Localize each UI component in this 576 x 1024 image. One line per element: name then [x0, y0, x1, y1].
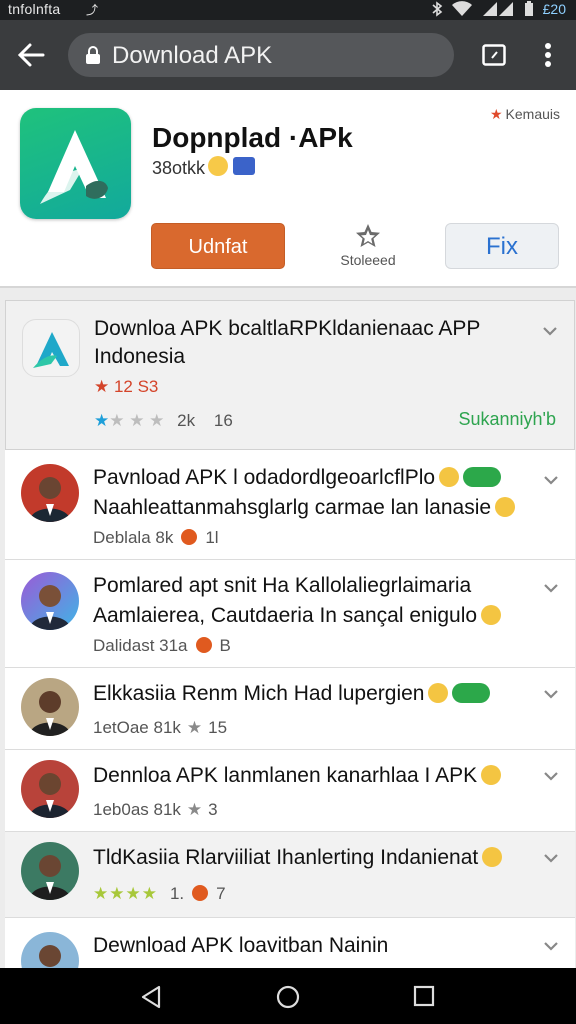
system-nav-bar — [0, 968, 576, 1024]
emoji-icon — [482, 847, 503, 867]
status-bar: tnfolnfta ⤴ £20 — [0, 0, 576, 20]
star-empty-icon: ★ ★ ★ — [109, 411, 165, 430]
chevron-down-icon[interactable] — [542, 325, 558, 337]
item-title: Dennloa APK lanmlanen kanarhlaa I APK — [93, 764, 502, 788]
back-arrow-icon[interactable] — [17, 42, 45, 68]
app-thumbnail-icon — [22, 319, 80, 377]
star-outline-icon — [356, 224, 380, 247]
list-item[interactable]: TldKasiia Rlarviiliat Ihanlerting Indani… — [5, 832, 575, 918]
starred-label: Stoleeed — [340, 252, 396, 268]
badge-icon — [233, 157, 255, 175]
avatar — [21, 760, 79, 818]
carrier-label: tnfolnfta — [8, 1, 61, 17]
info-icon — [195, 637, 212, 653]
install-button[interactable]: Udnfat — [151, 223, 285, 269]
reviews-tag[interactable]: ★ Kemauis — [490, 106, 560, 123]
item-meta: 1eb0as 81k ★ 3 — [93, 800, 218, 819]
result-list: Downloa APK bcaltlaRPKldanienaac APP Ind… — [5, 300, 575, 968]
tag-pill-icon — [452, 683, 491, 703]
item-title: Elkkasiia Renm Mich Had lupergien — [93, 682, 491, 706]
star-icon: ★ — [186, 718, 203, 737]
item-subtitle: Naahleattanmahsglarlg carmae lan lanasie — [93, 496, 516, 520]
item-meta: Deblala 8k 1l — [93, 528, 219, 547]
nav-back-icon[interactable] — [140, 985, 162, 1009]
meta-value: 16 — [213, 411, 233, 430]
emoji-icon — [495, 497, 516, 517]
avatar — [21, 572, 79, 630]
item-title: Downloa APK bcaltlaRPKldanienaac APP — [94, 317, 481, 340]
signal-icon — [482, 2, 513, 16]
list-item[interactable]: Dennloa APK lanmlanen kanarhlaa I APK 1e… — [5, 750, 575, 832]
app-subtitle: 38otkk — [152, 158, 206, 178]
list-item[interactable]: Elkkasiia Renm Mich Had lupergien 1etOae… — [5, 668, 575, 750]
item-title: Pavnload APK l odadordlgeoarlcflPlo — [93, 466, 502, 490]
bluetooth-icon — [432, 1, 442, 17]
item-subtitle: Indonesia — [94, 345, 186, 368]
list-item[interactable]: Dewnload APK loavitban Nainin — [5, 918, 575, 968]
emoji-icon — [481, 605, 502, 625]
item-link[interactable]: Sukanniyh'b — [458, 409, 556, 430]
star-icon: ★ — [489, 106, 503, 122]
app-logo-icon — [20, 108, 131, 219]
item-meta: ★★★★ 1. 7 — [93, 884, 226, 903]
wifi-icon — [451, 1, 472, 16]
nav-home-icon[interactable] — [276, 985, 300, 1009]
star-icon: ★ — [186, 800, 203, 819]
starred-button[interactable]: Stoleeed — [330, 222, 406, 268]
notification-icon: ⤴ — [86, 3, 99, 17]
item-title: Dewnload APK loavitban Nainin — [93, 934, 389, 957]
item-meta: ★★ ★ ★ 2k 16 — [94, 411, 233, 431]
browser-toolbar: Download APK — [0, 20, 576, 90]
item-meta: 1etOae 81k ★ 15 — [93, 718, 228, 737]
item-rating-line: ★ 12 S3 — [94, 377, 159, 396]
item-meta: Dalidast 31a B — [93, 636, 231, 655]
item-title: TldKasiia Rlarviiliat Ihanlerting Indani… — [93, 846, 503, 870]
fix-button[interactable]: Fix — [445, 223, 559, 269]
emoji-icon — [428, 683, 449, 703]
avatar — [21, 464, 79, 522]
tab-switcher-icon[interactable] — [482, 44, 506, 66]
list-item[interactable]: Pomlared apt snit Ha Kallolaliegrlaimari… — [5, 560, 575, 668]
avatar — [21, 678, 79, 736]
emoji-icon — [481, 765, 502, 785]
info-icon — [192, 885, 209, 901]
chevron-down-icon[interactable] — [543, 940, 559, 952]
chevron-down-icon[interactable] — [543, 582, 559, 594]
chevron-down-icon[interactable] — [543, 474, 559, 486]
meta-count: 2k — [177, 411, 196, 430]
tag-pill-icon — [463, 467, 502, 487]
url-text: Download APK — [112, 42, 273, 69]
item-title: Pomlared apt snit Ha Kallolaliegrlaimari… — [93, 574, 472, 597]
nav-recents-icon[interactable] — [413, 985, 435, 1007]
list-item[interactable]: Pavnload APK l odadordlgeoarlcflPlo Naah… — [5, 450, 575, 560]
lock-icon — [86, 46, 100, 64]
reviews-label: Kemauis — [505, 106, 560, 122]
avatar — [21, 932, 79, 968]
address-bar[interactable]: Download APK — [68, 33, 454, 77]
rating-stars-icon: ★★★★ — [93, 884, 158, 903]
star-filled-icon: ★ — [94, 411, 110, 430]
overflow-menu-icon[interactable] — [538, 42, 558, 68]
chevron-down-icon[interactable] — [543, 770, 559, 782]
app-header: Dopnplad ·APk 38otkk ★ Kemauis Udnfat Sto… — [0, 90, 576, 288]
item-subtitle: Aamlaierea, Cautdaeria In sançal enigulo — [93, 604, 502, 628]
avatar — [21, 842, 79, 900]
emoji-icon — [439, 467, 460, 487]
battery-icon — [524, 1, 533, 16]
chevron-down-icon[interactable] — [543, 688, 559, 700]
chevron-down-icon[interactable] — [543, 852, 559, 864]
battery-label: £20 — [542, 1, 566, 17]
app-title: Dopnplad ·APk — [152, 122, 353, 153]
emoji-face-icon — [208, 156, 228, 176]
info-icon — [181, 529, 198, 545]
list-item[interactable]: Downloa APK bcaltlaRPKldanienaac APP Ind… — [5, 300, 575, 450]
